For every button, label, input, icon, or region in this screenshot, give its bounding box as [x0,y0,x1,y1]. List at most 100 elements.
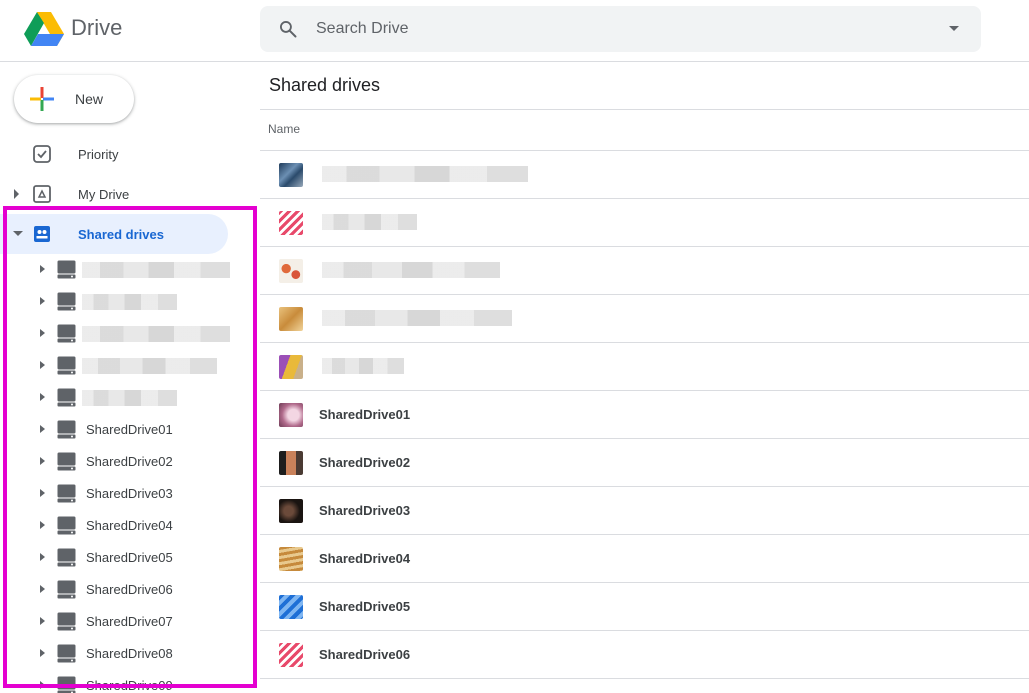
sidebar-item-priority[interactable]: Priority [0,134,228,174]
page-title: Shared drives [269,75,381,95]
top-bar: Drive [0,0,1029,62]
expand-caret-icon[interactable] [40,521,45,529]
sidebar-tree-item[interactable]: SharedDrive05 [0,542,250,574]
sidebar-tree-item-label: SharedDrive06 [86,582,173,597]
my-drive-icon [33,185,51,203]
shared-drive-row[interactable] [260,343,1029,391]
shared-drive-icon [57,612,76,631]
shared-drive-row[interactable]: SharedDrive02 [260,439,1029,487]
sidebar-tree-item[interactable] [0,382,250,414]
sidebar-tree-item-label: SharedDrive02 [86,454,173,469]
divider [260,109,1029,110]
sidebar-tree-item-label: SharedDrive04 [86,518,173,533]
sidebar-tree-item[interactable]: SharedDrive01 [0,414,250,446]
sidebar-tree-item[interactable] [0,254,250,286]
sidebar-tree-item[interactable]: SharedDrive03 [0,478,250,510]
sidebar-tree-item[interactable]: SharedDrive04 [0,510,250,542]
sidebar-tree-item[interactable] [0,350,250,382]
shared-drive-name: SharedDrive03 [319,503,411,518]
drive-app: Drive New Priority [0,0,1029,693]
sidebar-tree-item-label: SharedDrive01 [86,422,173,437]
expand-caret-icon[interactable] [40,297,45,305]
sidebar-item-my-drive[interactable]: My Drive [0,174,228,214]
shared-drive-row[interactable] [260,199,1029,247]
redacted-label [82,262,230,278]
new-button[interactable]: New [14,75,134,123]
sidebar-item-shared-drives[interactable]: Shared drives [0,214,228,254]
shared-drive-row[interactable] [260,247,1029,295]
sidebar-tree-item[interactable]: SharedDrive07 [0,606,250,638]
drive-thumbnail [279,259,303,283]
expand-caret-icon[interactable] [40,361,45,369]
sidebar-item-label: Priority [78,147,119,162]
drive-thumbnail [279,211,303,235]
shared-drive-icon [57,452,76,471]
expand-caret-icon[interactable] [40,265,45,273]
redacted-label [82,326,230,342]
expand-caret-icon[interactable] [40,617,45,625]
shared-drive-row[interactable]: SharedDrive06 [260,631,1029,679]
sidebar-tree-item[interactable] [0,318,250,350]
new-button-label: New [75,91,104,107]
shared-drive-icon [57,324,76,343]
expand-caret-icon[interactable] [40,329,45,337]
expand-caret-icon[interactable] [40,681,45,689]
expand-caret-icon[interactable] [40,457,45,465]
sidebar-tree-item[interactable]: SharedDrive09 [0,670,250,693]
shared-drive-row[interactable] [260,151,1029,199]
shared-drives-icon [34,226,50,242]
shared-drive-icon [57,420,76,439]
shared-drive-row[interactable]: SharedDrive01 [260,391,1029,439]
column-header-name[interactable]: Name [268,122,300,136]
expand-caret-icon[interactable] [40,393,45,401]
sidebar-item-label: My Drive [78,187,130,202]
redacted-label [82,294,177,310]
shared-drive-name: SharedDrive02 [319,455,411,470]
shared-drive-icon [57,580,76,599]
search-options-dropdown-icon[interactable] [949,26,959,31]
drive-thumbnail [279,595,303,619]
sidebar-tree-item[interactable]: SharedDrive06 [0,574,250,606]
drive-logo-icon[interactable] [24,12,64,46]
shared-drive-icon [57,676,76,693]
shared-drive-icon [57,356,76,375]
sidebar-tree-item[interactable]: SharedDrive08 [0,638,250,670]
search-bar[interactable] [260,6,981,52]
expand-caret-icon[interactable] [40,425,45,433]
expand-caret-icon[interactable] [40,489,45,497]
expand-caret-icon[interactable] [14,189,19,199]
sidebar-tree-item-label: SharedDrive09 [86,678,173,693]
shared-drive-row[interactable]: SharedDrive05 [260,583,1029,631]
drive-thumbnail [279,451,303,475]
sidebar-tree-item-label: SharedDrive07 [86,614,173,629]
expand-caret-icon[interactable] [40,553,45,561]
shared-drive-icon [57,292,76,311]
sidebar-tree-item-label: SharedDrive03 [86,486,173,501]
redacted-label [322,358,404,374]
redacted-label [322,214,417,230]
drive-thumbnail [279,403,303,427]
sidebar-tree-item-label: SharedDrive08 [86,646,173,661]
collapse-caret-icon[interactable] [13,231,23,236]
drive-thumbnail [279,643,303,667]
redacted-label [82,358,217,374]
sidebar-tree-item[interactable] [0,286,250,318]
drive-thumbnail [279,163,303,187]
shared-drive-icon [57,644,76,663]
shared-drive-row[interactable]: SharedDrive04 [260,535,1029,583]
expand-caret-icon[interactable] [40,649,45,657]
shared-drive-row[interactable] [260,295,1029,343]
expand-caret-icon[interactable] [40,585,45,593]
app-name[interactable]: Drive [71,15,122,41]
redacted-label [322,310,512,326]
search-icon[interactable] [278,19,298,39]
redacted-label [322,166,528,182]
shared-drive-name: SharedDrive01 [319,407,411,422]
search-input[interactable] [316,6,916,52]
sidebar-tree-item[interactable]: SharedDrive02 [0,446,250,478]
shared-drive-name: SharedDrive06 [319,647,411,662]
shared-drive-name: SharedDrive05 [319,599,411,614]
priority-icon [33,145,51,163]
redacted-label [82,390,177,406]
shared-drive-row[interactable]: SharedDrive03 [260,487,1029,535]
